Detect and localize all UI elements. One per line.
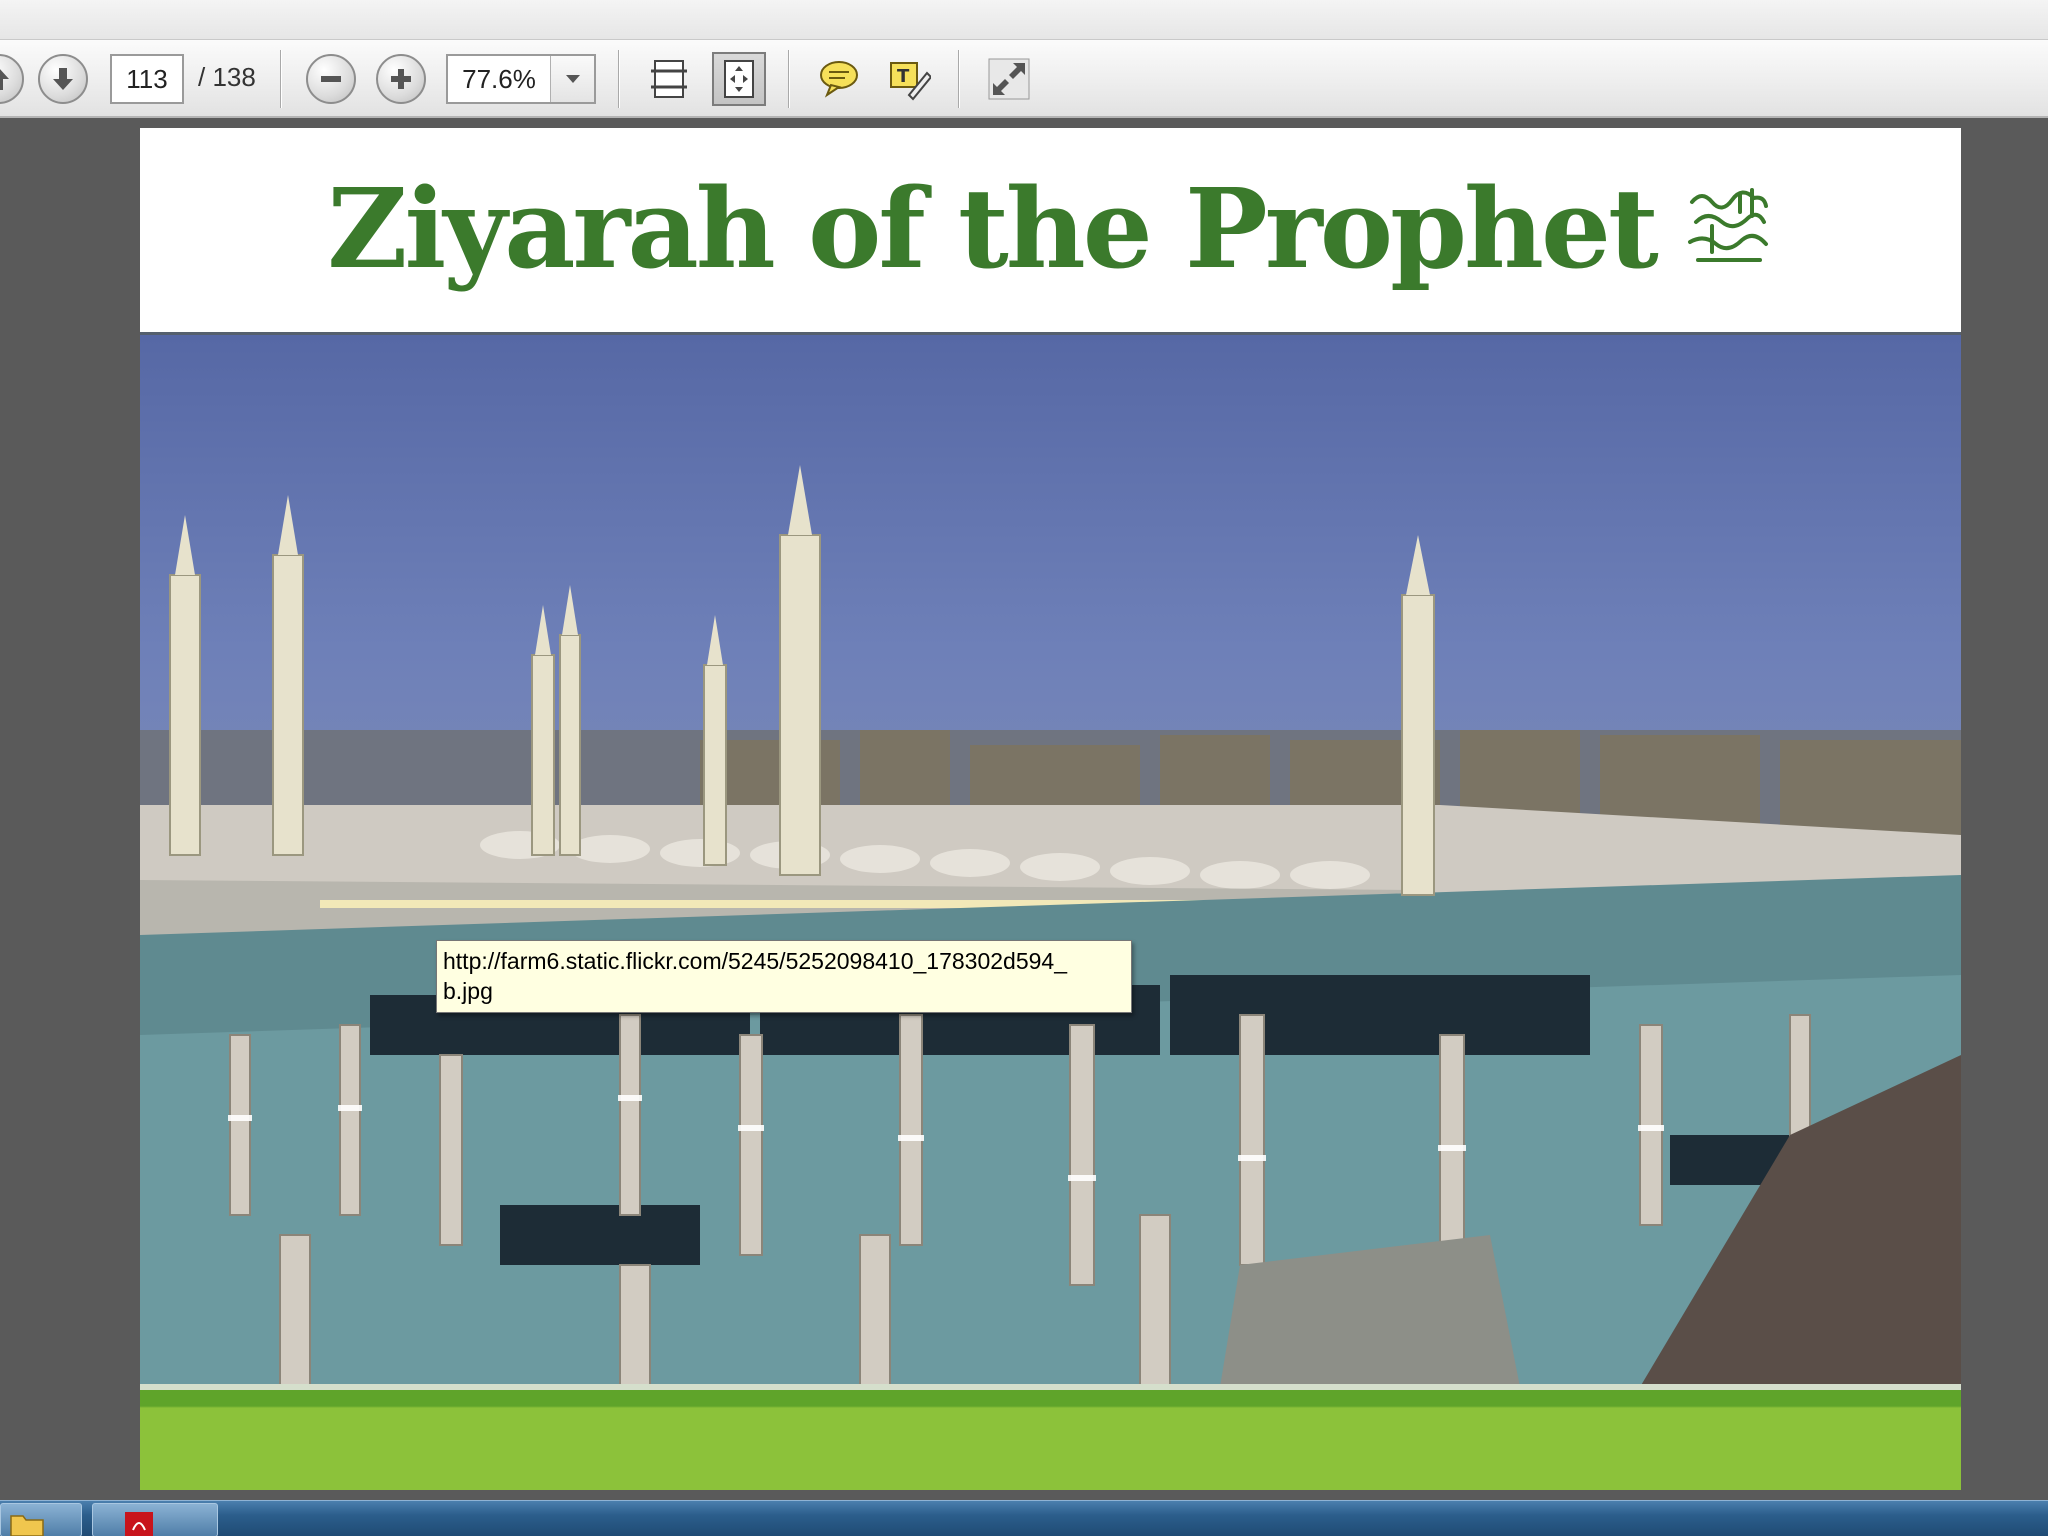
- fullscreen-icon: [988, 58, 1030, 100]
- link-tooltip: http://farm6.static.flickr.com/5245/5252…: [436, 940, 1132, 1013]
- page-number-input[interactable]: 113: [110, 54, 184, 104]
- sign-button[interactable]: T: [882, 52, 936, 106]
- zoom-in-icon: [391, 69, 411, 89]
- window-chrome: [0, 0, 2048, 40]
- taskbar-acrobat-button[interactable]: [92, 1503, 218, 1536]
- slide-title: Ziyarah of the Prophet: [140, 128, 1961, 328]
- zoom-in-button[interactable]: [376, 54, 426, 104]
- fit-page-button[interactable]: [712, 52, 766, 106]
- taskbar-folder-button[interactable]: [0, 1503, 82, 1536]
- comment-button[interactable]: [812, 52, 866, 106]
- comment-icon: [820, 61, 858, 98]
- mosque-photo: [140, 332, 1961, 1384]
- fullscreen-button[interactable]: [982, 52, 1036, 106]
- taskbar: [0, 1500, 2048, 1536]
- folder-icon: [10, 1515, 44, 1536]
- document-page: Ziyarah of the Prophet: [140, 128, 1961, 1490]
- fit-page-icon: [724, 60, 754, 98]
- toolbar-separator: [788, 50, 790, 108]
- mosque-illustration: [140, 465, 1961, 1384]
- arrow-up-icon: [0, 69, 9, 90]
- zoom-value[interactable]: 77.6%: [448, 56, 550, 102]
- zoom-dropdown-button[interactable]: [550, 56, 594, 102]
- svg-text:T: T: [897, 66, 910, 87]
- viewer-toolbar: 113 / 138 77.6% T: [0, 40, 2048, 118]
- toolbar-separator: [618, 50, 620, 108]
- sign-icon: T: [890, 62, 931, 101]
- zoom-out-icon: [321, 76, 341, 82]
- toolbar-separator: [958, 50, 960, 108]
- footer-bar: [140, 1390, 1961, 1490]
- acrobat-icon: [125, 1512, 153, 1536]
- arrow-down-icon: [53, 68, 73, 90]
- calligraphy-seal-icon: [1687, 188, 1768, 262]
- fit-width-icon: [651, 60, 687, 98]
- zoom-out-button[interactable]: [306, 54, 356, 104]
- tooltip-line-2: b.jpg: [443, 978, 493, 1004]
- title-text: Ziyarah of the Prophet: [327, 163, 1659, 293]
- toolbar-separator: [280, 50, 282, 108]
- previous-page-button[interactable]: [0, 54, 24, 104]
- page-total-label: / 138: [198, 62, 256, 92]
- zoom-select[interactable]: 77.6%: [446, 54, 596, 104]
- fit-width-button[interactable]: [642, 52, 696, 106]
- chevron-down-icon: [565, 75, 580, 83]
- next-page-button[interactable]: [38, 54, 88, 104]
- tooltip-line-1: http://farm6.static.flickr.com/5245/5252…: [443, 948, 1067, 974]
